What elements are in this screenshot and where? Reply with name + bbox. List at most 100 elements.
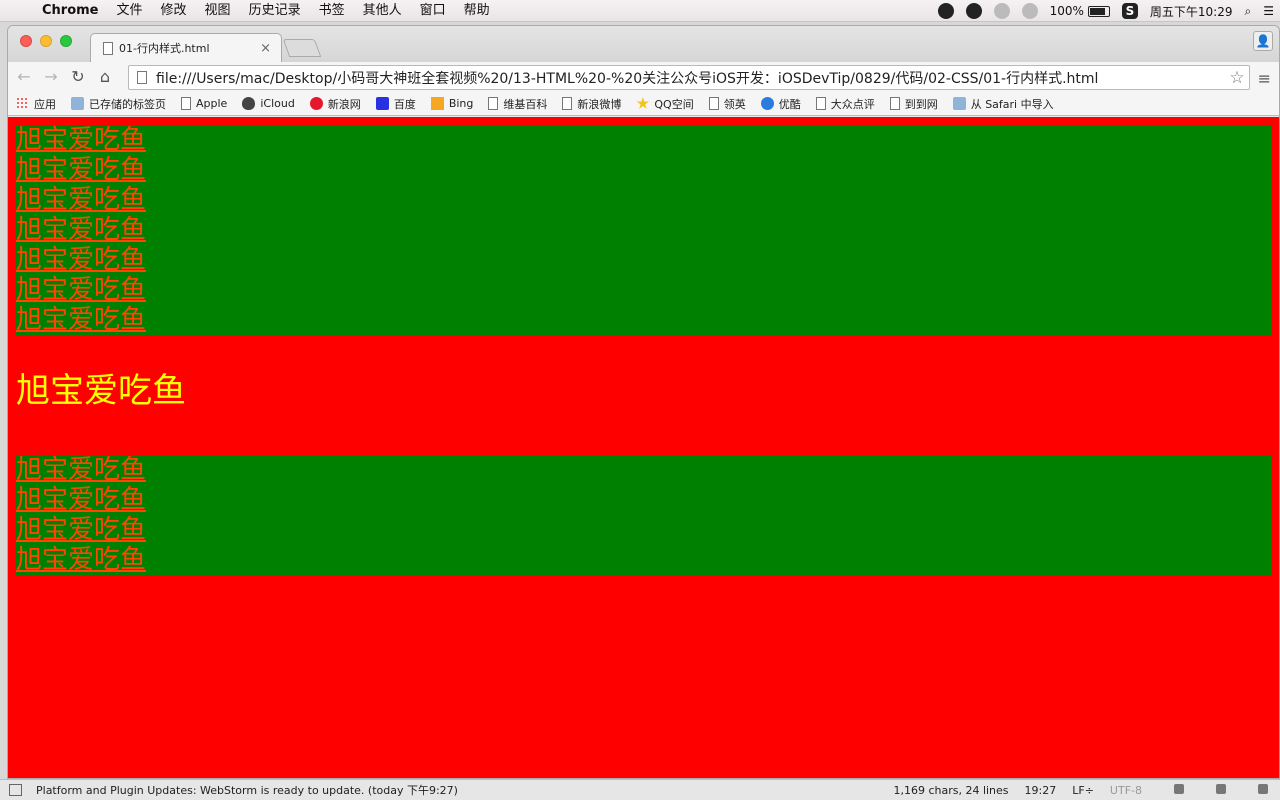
- bookmark-label: Bing: [448, 97, 474, 110]
- bookmarks-bar: 应用 已存储的标签页 Apple iCloud 新浪网 百度 Bing 维基百科 新浪微博 QQ空…: [8, 92, 1279, 116]
- bookmark-item[interactable]: 新浪网: [309, 96, 361, 112]
- bookmark-star-icon[interactable]: ☆: [1225, 68, 1249, 88]
- back-button[interactable]: ←: [13, 66, 35, 88]
- youku-icon: [760, 97, 774, 110]
- chrome-menu-icon[interactable]: ≡: [1258, 69, 1271, 88]
- tool-window-toggle-icon[interactable]: [9, 784, 22, 796]
- text-line: 旭宝爱吃鱼: [16, 275, 147, 305]
- bookmark-item[interactable]: Bing: [430, 97, 474, 110]
- text-line: 旭宝爱吃鱼: [16, 485, 147, 515]
- page-icon: [815, 97, 826, 110]
- bookmark-item[interactable]: 应用: [16, 96, 56, 112]
- window-minimize-button[interactable]: [40, 35, 52, 47]
- bookmark-label: 维基百科: [503, 97, 548, 111]
- notification-center-icon[interactable]: ☰: [1257, 4, 1280, 18]
- qq-icon: [636, 97, 650, 109]
- spotlight-search-icon[interactable]: ⌕: [1239, 4, 1258, 19]
- folder-icon: [71, 97, 84, 110]
- bookmark-label: 优酷: [778, 97, 801, 111]
- menu-bookmarks[interactable]: 书签: [310, 0, 354, 22]
- bing-icon: [430, 97, 444, 110]
- char-line-count: 1,169 chars, 24 lines: [893, 783, 1009, 797]
- app-menu-chrome[interactable]: Chrome: [38, 0, 108, 22]
- folder-icon: [952, 97, 966, 110]
- tab-strip: 01-行内样式.html × 👤: [8, 26, 1279, 62]
- menu-file[interactable]: 文件: [108, 0, 152, 22]
- bookmark-item[interactable]: 优酷: [760, 96, 801, 112]
- bookmark-item[interactable]: 已存储的标签页: [71, 96, 166, 112]
- text-line: 旭宝爱吃鱼: [16, 305, 147, 335]
- chrome-window: 01-行内样式.html × 👤 ← → ↻ ⌂ file:///Users/m…: [8, 26, 1279, 778]
- bookmark-item[interactable]: 从 Safari 中导入: [952, 96, 1054, 112]
- inspector-icon[interactable]: [1200, 783, 1226, 797]
- file-encoding[interactable]: UTF-8: [1110, 784, 1142, 797]
- clock[interactable]: 周五下午10:29: [1144, 3, 1239, 20]
- window-maximize-button[interactable]: [60, 35, 72, 47]
- status-tray: 100% S 周五下午10:29 ⌕ ☰: [932, 0, 1280, 22]
- home-button[interactable]: ⌂: [94, 66, 116, 88]
- bookmark-item[interactable]: iCloud: [242, 97, 295, 110]
- menu-edit[interactable]: 修改: [152, 0, 196, 22]
- bookmark-label: 应用: [34, 97, 56, 111]
- page-icon: [181, 97, 191, 110]
- page-icon: [708, 97, 719, 110]
- tab-active[interactable]: 01-行内样式.html ×: [90, 33, 282, 62]
- battery-percent: 100%: [1049, 4, 1084, 18]
- bookmark-label: 新浪网: [327, 97, 361, 111]
- battery-status[interactable]: 100%: [1044, 4, 1116, 18]
- caret-position[interactable]: 19:27: [1025, 784, 1057, 797]
- window-close-button[interactable]: [20, 35, 32, 47]
- browser-toolbar: ← → ↻ ⌂ file:///Users/mac/Desktop/小码哥大神班…: [8, 62, 1279, 92]
- event-log-icon[interactable]: [1242, 783, 1268, 797]
- ide-status-bar: Platform and Plugin Updates: WebStorm is…: [0, 779, 1280, 800]
- bookmark-label: 从 Safari 中导入: [970, 97, 1054, 111]
- forward-button[interactable]: →: [40, 66, 62, 88]
- tab-close-icon[interactable]: ×: [260, 41, 271, 56]
- bookmark-item[interactable]: 大众点评: [815, 96, 875, 112]
- bookmark-item[interactable]: 新浪微博: [562, 96, 621, 112]
- url-text[interactable]: file:///Users/mac/Desktop/小码哥大神班全套视频%20/…: [156, 68, 1225, 88]
- yellow-heading-text: 旭宝爱吃鱼: [16, 371, 186, 411]
- ghost-tray-icon[interactable]: [988, 3, 1016, 19]
- green-block-bottom: 旭宝爱吃鱼 旭宝爱吃鱼 旭宝爱吃鱼 旭宝爱吃鱼: [16, 455, 1271, 575]
- bookmark-item[interactable]: Apple: [181, 97, 227, 110]
- menu-history[interactable]: 历史记录: [240, 0, 310, 22]
- text-line: 旭宝爱吃鱼: [16, 185, 147, 215]
- text-line: 旭宝爱吃鱼: [16, 155, 147, 185]
- menu-help[interactable]: 帮助: [455, 0, 499, 22]
- update-notification[interactable]: Platform and Plugin Updates: WebStorm is…: [36, 782, 877, 798]
- page-icon: [488, 97, 499, 110]
- bookmark-label: Apple: [196, 97, 228, 110]
- wechat-tray-icon[interactable]: [960, 3, 988, 19]
- menu-view[interactable]: 视图: [196, 0, 240, 22]
- grid-icon: [16, 97, 29, 110]
- page-info-icon[interactable]: [137, 71, 147, 84]
- menu-window[interactable]: 窗口: [411, 0, 455, 22]
- bookmark-item[interactable]: 领英: [708, 96, 746, 112]
- weibo-icon: [309, 97, 323, 110]
- line-separator[interactable]: LF÷: [1072, 784, 1094, 797]
- apple-icon: [242, 97, 256, 110]
- qq-tray-icon[interactable]: [932, 3, 960, 19]
- s-app-icon[interactable]: S: [1116, 3, 1144, 19]
- text-line: 旭宝爱吃鱼: [16, 125, 147, 155]
- bookmark-item[interactable]: 维基百科: [488, 96, 547, 112]
- bookmark-label: 领英: [723, 97, 746, 111]
- profile-icon[interactable]: 👤: [1253, 31, 1273, 51]
- new-tab-button[interactable]: [282, 39, 322, 57]
- green-block-top: 旭宝爱吃鱼 旭宝爱吃鱼 旭宝爱吃鱼 旭宝爱吃鱼 旭宝爱吃鱼 旭宝爱吃鱼 旭宝爱吃鱼: [16, 125, 1271, 335]
- bookmark-item[interactable]: 百度: [375, 96, 416, 112]
- address-bar[interactable]: file:///Users/mac/Desktop/小码哥大神班全套视频%20/…: [128, 65, 1250, 90]
- reload-button[interactable]: ↻: [67, 66, 89, 88]
- bookmark-label: iCloud: [260, 97, 295, 110]
- text-line: 旭宝爱吃鱼: [16, 545, 147, 575]
- lock-icon[interactable]: [1158, 783, 1184, 797]
- menu-people[interactable]: 其他人: [354, 0, 411, 22]
- wifi-icon[interactable]: [1016, 3, 1044, 19]
- bookmark-label: QQ空间: [654, 97, 694, 111]
- bookmark-item[interactable]: 到到网: [889, 96, 938, 112]
- bookmark-label: 新浪微博: [577, 97, 622, 111]
- page-icon: [889, 97, 900, 110]
- bookmark-label: 大众点评: [830, 97, 875, 111]
- bookmark-item[interactable]: QQ空间: [636, 96, 694, 112]
